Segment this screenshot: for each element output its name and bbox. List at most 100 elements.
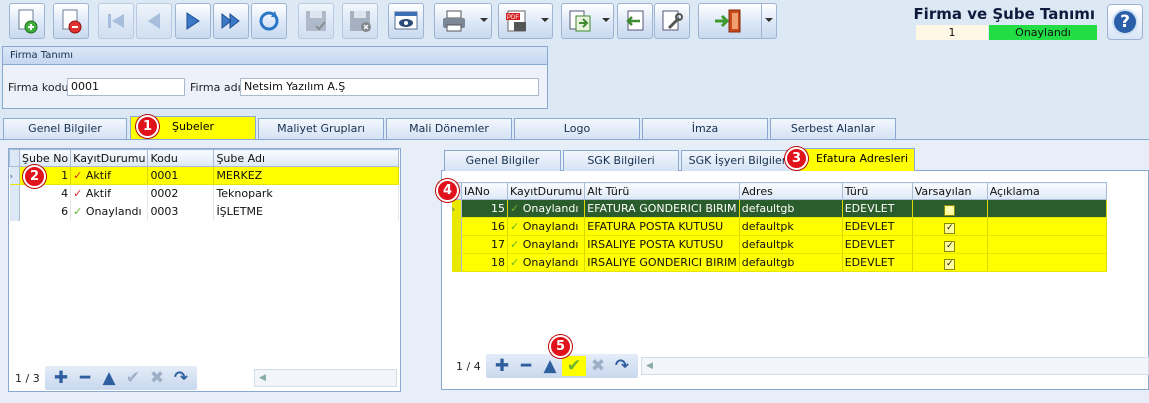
cell-aciklama[interactable] <box>987 199 1108 218</box>
cell-durum[interactable]: ✓ Onaylandı <box>507 235 586 254</box>
tab-logo[interactable]: Logo <box>514 118 640 139</box>
cell-varsayilan[interactable]: ✓ <box>912 199 988 218</box>
cell-tur[interactable]: EDEVLET <box>842 217 913 236</box>
cell-tur[interactable]: EDEVLET <box>842 235 913 254</box>
cell-kodu[interactable]: 0002 <box>147 184 215 203</box>
cell-kodu[interactable]: 0003 <box>147 202 215 221</box>
cell-aciklama[interactable] <box>987 253 1108 272</box>
cell-alt[interactable]: EFATURA POSTA KUTUSU <box>584 217 740 236</box>
confirm-icon[interactable]: ✔ <box>562 356 586 376</box>
chevron-down-icon[interactable] <box>765 18 773 22</box>
cell-adres[interactable]: defaultgb <box>739 199 843 218</box>
save-button[interactable] <box>298 3 334 39</box>
cell-alt[interactable]: IRSALIYE POSTA KUTUSU <box>584 235 740 254</box>
col-header[interactable]: Alt Türü <box>584 182 740 200</box>
col-header[interactable]: IANo <box>461 182 508 200</box>
col-header[interactable]: Açıklama <box>986 182 1108 200</box>
subtab-efatura-adresleri[interactable]: Efatura Adresleri <box>799 148 915 171</box>
import-button[interactable] <box>617 3 653 39</box>
table-row[interactable]: 17 ✓ Onaylandı IRSALIYE POSTA KUTUSU def… <box>451 235 1108 254</box>
chevron-down-icon[interactable] <box>602 18 610 22</box>
cell-no[interactable]: 16 <box>461 217 508 236</box>
help-button[interactable]: ? <box>1107 4 1143 40</box>
table-row[interactable]: 18 ✓ Onaylandı IRSALIYE GONDERICI BIRIM … <box>451 253 1108 272</box>
table-row[interactable]: 4 ✓ Aktif 0002 Teknopark <box>9 184 399 203</box>
prev-record-button[interactable] <box>136 3 172 39</box>
chevron-down-icon[interactable] <box>541 18 549 22</box>
subtab-sgk-bilgileri[interactable]: SGK Bilgileri <box>563 150 679 171</box>
cell-durum[interactable]: ✓ Onaylandı <box>70 202 149 221</box>
tab-maliyet-gruplari[interactable]: Maliyet Grupları <box>258 118 384 139</box>
next-record-button[interactable] <box>175 3 211 39</box>
remove-icon[interactable]: ━ <box>73 368 97 388</box>
col-header[interactable]: Varsayılan <box>911 182 988 200</box>
exit-button[interactable] <box>698 3 777 39</box>
checkbox[interactable]: ✓ <box>944 222 956 234</box>
col-header[interactable]: Türü <box>841 182 913 200</box>
refresh-icon[interactable]: ↷ <box>610 356 634 376</box>
delete-button[interactable] <box>53 3 89 39</box>
cell-varsayilan[interactable]: ✓ <box>912 235 988 254</box>
refresh-icon[interactable]: ↷ <box>169 368 193 388</box>
cell-alt[interactable]: EFATURA GONDERICI BIRIM <box>584 199 740 218</box>
cell-no[interactable]: 15 <box>461 199 508 218</box>
table-row[interactable]: 16 ✓ Onaylandı EFATURA POSTA KUTUSU defa… <box>451 217 1108 236</box>
cell-kodu[interactable]: 0001 <box>147 166 215 185</box>
cancel-icon[interactable]: ✖ <box>145 368 169 388</box>
cell-no[interactable]: 6 <box>19 202 72 221</box>
checkbox[interactable]: ✓ <box>944 204 956 216</box>
table-row[interactable]: › 1 ✓ Aktif 0001 MERKEZ <box>9 166 399 185</box>
col-header[interactable]: Şube No <box>18 149 72 167</box>
new-button[interactable] <box>9 3 45 39</box>
cell-alt[interactable]: IRSALIYE GONDERICI BIRIM <box>584 253 740 272</box>
add-icon[interactable]: ✚ <box>490 356 514 376</box>
horizontal-scrollbar[interactable]: ◀ <box>254 369 397 387</box>
cancel-icon[interactable]: ✖ <box>586 356 610 376</box>
cell-no[interactable]: 18 <box>461 253 508 272</box>
tab-mali-donemler[interactable]: Mali Dönemler <box>386 118 512 139</box>
cell-tur[interactable]: EDEVLET <box>842 253 913 272</box>
cell-durum[interactable]: ✓ Aktif <box>70 166 149 185</box>
pdf-button[interactable]: PDF <box>498 3 553 39</box>
print-button[interactable] <box>434 3 492 39</box>
cell-ad[interactable]: Teknopark <box>213 184 399 203</box>
cell-no[interactable]: 4 <box>19 184 72 203</box>
up-icon[interactable]: ▲ <box>538 356 562 376</box>
confirm-icon[interactable]: ✔ <box>121 368 145 388</box>
add-icon[interactable]: ✚ <box>49 368 73 388</box>
checkbox[interactable]: ✓ <box>944 240 956 252</box>
horizontal-scrollbar[interactable]: ◀ <box>641 357 1149 375</box>
cell-durum[interactable]: ✓ Onaylandı <box>507 217 586 236</box>
refresh-button[interactable] <box>251 3 287 39</box>
cell-varsayilan[interactable]: ✓ <box>912 253 988 272</box>
chevron-down-icon[interactable] <box>480 18 488 22</box>
export-button[interactable] <box>561 3 614 39</box>
subtab-sgk-isyeri[interactable]: SGK İşyeri Bilgileri <box>681 150 797 171</box>
tab-serbest-alanlar[interactable]: Serbest Alanlar <box>770 118 896 139</box>
last-record-button[interactable] <box>213 3 249 39</box>
subtab-genel-bilgiler[interactable]: Genel Bilgiler <box>444 150 561 171</box>
cell-durum[interactable]: ✓ Aktif <box>70 184 149 203</box>
cell-adres[interactable]: defaultpk <box>739 217 843 236</box>
firma-ad-field[interactable]: Netsim Yazılım A.Ş <box>240 78 539 96</box>
cell-tur[interactable]: EDEVLET <box>842 199 913 218</box>
cell-no[interactable]: 17 <box>461 235 508 254</box>
col-header[interactable]: KayıtDurumu <box>70 149 149 167</box>
cell-aciklama[interactable] <box>987 217 1108 236</box>
cell-ad[interactable]: İŞLETME <box>213 202 399 221</box>
col-header[interactable]: Adres <box>738 182 843 200</box>
cell-durum[interactable]: ✓ Onaylandı <box>507 253 586 272</box>
remove-icon[interactable]: ━ <box>514 356 538 376</box>
tab-genel-bilgiler[interactable]: Genel Bilgiler <box>3 118 127 139</box>
first-record-button[interactable] <box>98 3 134 39</box>
tab-imza[interactable]: İmza <box>642 118 768 139</box>
checkbox[interactable]: ✓ <box>944 258 956 270</box>
cell-varsayilan[interactable]: ✓ <box>912 217 988 236</box>
cell-ad[interactable]: MERKEZ <box>213 166 399 185</box>
cell-aciklama[interactable] <box>987 235 1108 254</box>
cell-durum[interactable]: ✓ Onaylandı <box>507 199 586 218</box>
cancel-save-button[interactable] <box>342 3 378 39</box>
col-header[interactable]: Şube Adı <box>213 149 399 167</box>
tools-button[interactable] <box>654 3 690 39</box>
table-row[interactable]: 6 ✓ Onaylandı 0003 İŞLETME <box>9 202 399 221</box>
